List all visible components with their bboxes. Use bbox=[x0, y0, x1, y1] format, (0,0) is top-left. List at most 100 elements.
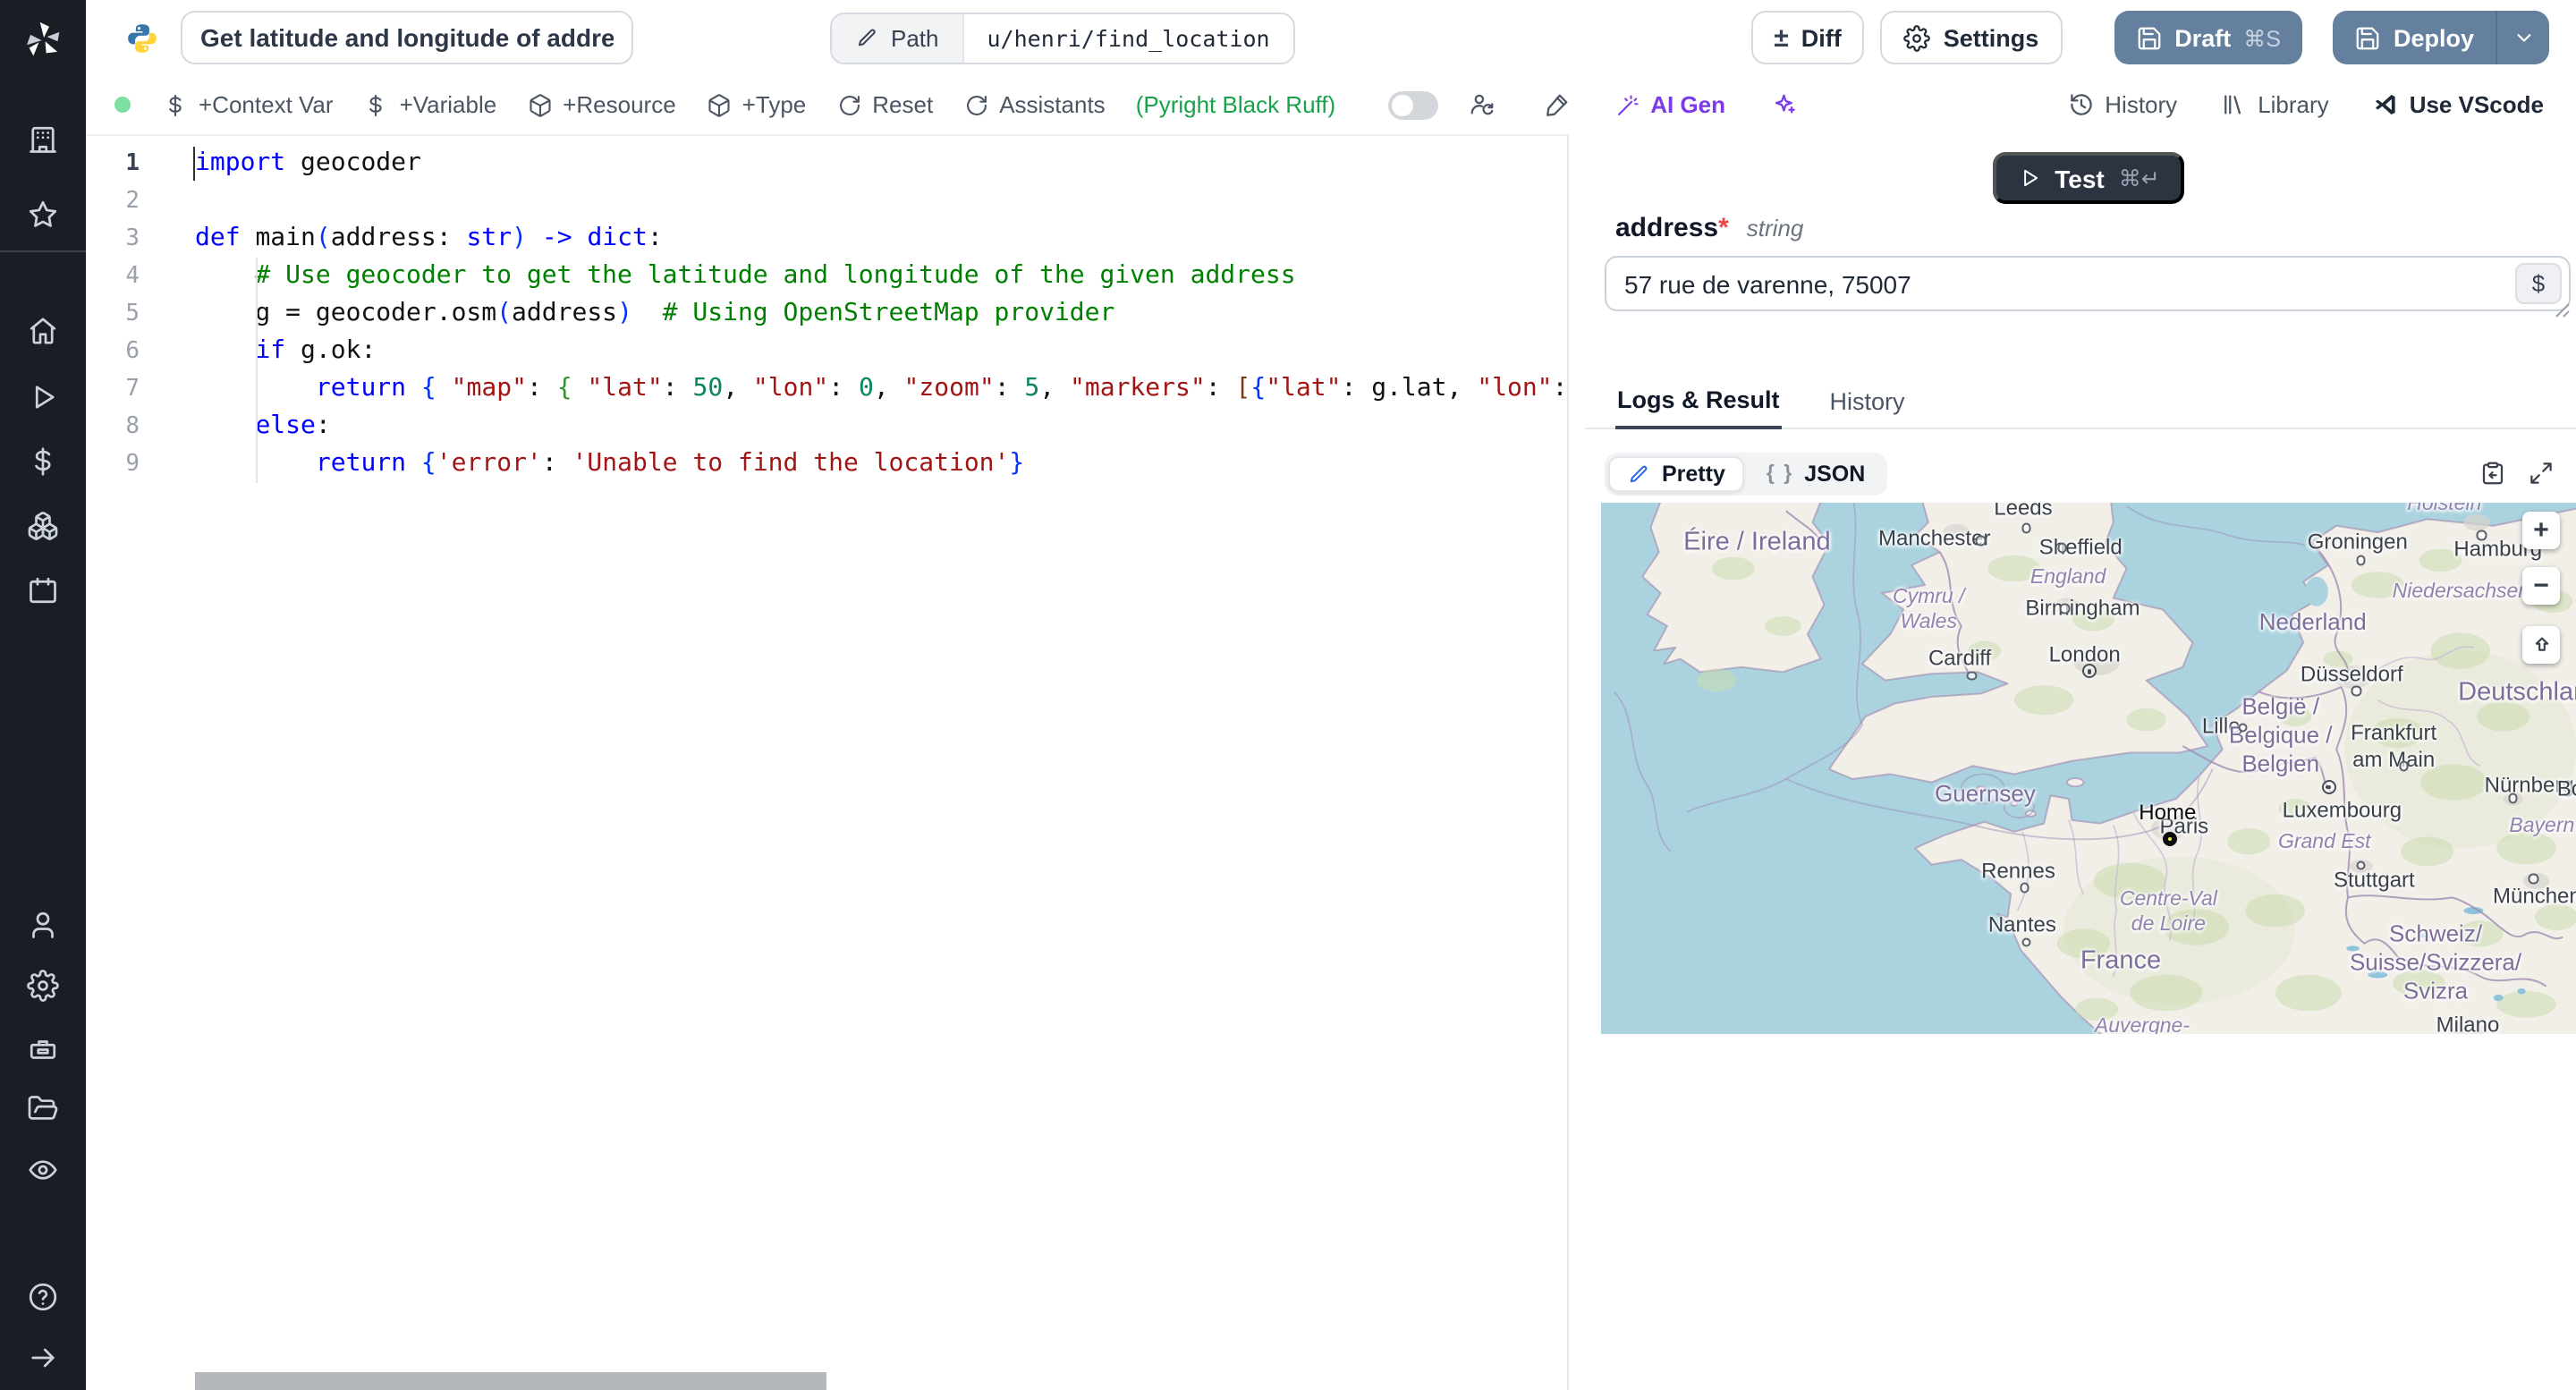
code-text: if g.ok: bbox=[255, 336, 377, 365]
plus-minus-icon: ± bbox=[1774, 22, 1789, 53]
braces-icon: { } bbox=[1766, 462, 1794, 484]
add-context-var-button[interactable]: +Context Var bbox=[163, 91, 334, 118]
code-text: else: bbox=[255, 411, 331, 440]
tab-history[interactable]: History bbox=[1828, 385, 1907, 428]
play-icon bbox=[2017, 166, 2040, 190]
code-text: return {'error': 'Unable to find the loc… bbox=[315, 449, 1025, 478]
view-toggle: Pretty { } JSON bbox=[1605, 452, 1887, 495]
line-number: 4 bbox=[125, 263, 140, 290]
multiplayer-icon bbox=[1468, 91, 1495, 118]
dollar-icon[interactable] bbox=[27, 445, 59, 478]
package-icon bbox=[527, 92, 552, 117]
path-control[interactable]: Path u/henri/find_location bbox=[830, 12, 1295, 64]
required-asterisk: * bbox=[1718, 213, 1729, 243]
home-marker[interactable] bbox=[2162, 831, 2177, 846]
draft-button[interactable]: Draft ⌘S bbox=[2114, 11, 2302, 64]
path-value: u/henri/find_location bbox=[963, 13, 1293, 62]
refresh-icon bbox=[963, 92, 988, 117]
test-panel: Test ⌘↵ address* string $ bbox=[1585, 134, 2576, 1390]
home-icon[interactable] bbox=[27, 315, 59, 347]
line-number: 1 bbox=[125, 150, 140, 177]
code-editor[interactable]: 1 import geocoder 2 3 def main(address: str)… bbox=[86, 134, 1569, 1390]
code-text: return { "map": { "lat": 50, "lon": 0, "… bbox=[315, 374, 1568, 403]
code-line-7: 7 return { "map": { "lat": 50, "lon": 0,… bbox=[86, 370, 1567, 408]
package-icon bbox=[707, 92, 732, 117]
assistants-button[interactable]: Assistants bbox=[963, 91, 1106, 118]
test-button[interactable]: Test ⌘↵ bbox=[1993, 152, 2184, 204]
help-icon[interactable] bbox=[27, 1281, 59, 1313]
history-icon bbox=[2067, 91, 2094, 118]
text-cursor bbox=[193, 147, 196, 181]
line-number: 5 bbox=[125, 301, 140, 327]
wand-icon bbox=[1614, 92, 1640, 117]
resize-handle[interactable] bbox=[2553, 295, 2571, 318]
code-line-2: 2 bbox=[86, 182, 1567, 220]
map-zoom-in-button[interactable]: + bbox=[2522, 512, 2560, 549]
diff-button[interactable]: ± Diff bbox=[1750, 11, 1865, 64]
copy-result-icon[interactable] bbox=[2479, 460, 2506, 487]
code-line-6: 6 if g.ok: bbox=[86, 333, 1567, 370]
map-city-dot bbox=[2355, 555, 2366, 565]
arg-input-wrap: $ bbox=[1605, 256, 2571, 318]
eye-icon[interactable] bbox=[27, 1154, 59, 1186]
add-type-button[interactable]: +Type bbox=[707, 91, 806, 118]
reset-button[interactable]: Reset bbox=[836, 91, 933, 118]
line-number: 7 bbox=[125, 376, 140, 403]
map-capital-ring bbox=[2082, 664, 2097, 679]
code-line-1: 1 import geocoder bbox=[86, 145, 1567, 182]
sparkles-icon[interactable] bbox=[1770, 91, 1797, 118]
home-marker-label: Home bbox=[2139, 799, 2197, 825]
add-resource-button[interactable]: +Resource bbox=[527, 91, 676, 118]
map-city-dot bbox=[2351, 685, 2362, 696]
map-city-dot bbox=[2237, 723, 2248, 733]
map-zoom-out-button[interactable]: − bbox=[2522, 567, 2560, 605]
star-icon[interactable] bbox=[27, 199, 59, 231]
map-base-layer bbox=[1601, 503, 2576, 1034]
use-vscode-button[interactable]: Use VScode bbox=[2372, 91, 2544, 118]
deploy-dropdown-button[interactable] bbox=[2496, 11, 2549, 64]
boxes-icon[interactable] bbox=[27, 510, 59, 542]
json-view-button[interactable]: { } JSON bbox=[1749, 455, 1883, 491]
pencil-icon bbox=[855, 26, 878, 49]
windmill-logo[interactable] bbox=[23, 20, 63, 59]
user-icon[interactable] bbox=[27, 909, 59, 941]
address-input[interactable] bbox=[1605, 256, 2571, 311]
history-button[interactable]: History bbox=[2067, 91, 2177, 118]
save-icon bbox=[2135, 24, 2162, 51]
expand-result-icon[interactable] bbox=[2528, 460, 2555, 487]
folder-open-icon[interactable] bbox=[27, 1093, 59, 1125]
horizontal-scrollbar[interactable] bbox=[195, 1372, 826, 1390]
tab-logs-result[interactable]: Logs & Result bbox=[1615, 383, 1782, 429]
ai-gen-button[interactable]: AI Gen bbox=[1614, 91, 1725, 118]
map-city-dot bbox=[1966, 671, 1977, 682]
arrow-right-icon[interactable] bbox=[27, 1342, 59, 1374]
code-line-8: 8 else: bbox=[86, 408, 1567, 445]
main-area: Path u/henri/find_location ± Diff Settin… bbox=[86, 0, 2576, 1390]
add-variable-button[interactable]: +Variable bbox=[364, 91, 496, 118]
script-title-input[interactable] bbox=[181, 11, 633, 64]
play-icon[interactable] bbox=[27, 381, 59, 413]
map-city-dot bbox=[2398, 760, 2409, 771]
arg-name: address bbox=[1615, 213, 1719, 243]
map-city-dot bbox=[2019, 882, 2029, 893]
path-label: Path bbox=[891, 24, 939, 51]
deploy-button[interactable]: Deploy bbox=[2332, 11, 2549, 64]
calendar-icon[interactable] bbox=[27, 574, 59, 606]
dollar-icon bbox=[163, 92, 188, 117]
library-button[interactable]: Library bbox=[2220, 91, 2329, 118]
map-city-dot bbox=[2060, 603, 2071, 614]
settings-button[interactable]: Settings bbox=[1880, 11, 2063, 64]
chevron-down-icon bbox=[2511, 25, 2536, 50]
line-number: 3 bbox=[125, 225, 140, 252]
map[interactable]: Leeds Manchester Sheffield Birmingham London… bbox=[1601, 503, 2576, 1034]
format-brush-icon[interactable] bbox=[1543, 91, 1570, 118]
dollar-icon bbox=[364, 92, 389, 117]
pretty-view-button[interactable]: Pretty bbox=[1608, 455, 1745, 491]
robot-icon[interactable] bbox=[27, 1032, 59, 1064]
building-icon[interactable] bbox=[27, 123, 59, 156]
multiplayer-toggle[interactable] bbox=[1387, 90, 1438, 119]
gear-icon[interactable] bbox=[27, 970, 59, 1002]
windmill-script-editor: Path u/henri/find_location ± Diff Settin… bbox=[0, 0, 2576, 1390]
code-text: # Use geocoder to get the latitude and l… bbox=[195, 261, 1296, 290]
map-recenter-button[interactable] bbox=[2522, 626, 2560, 664]
